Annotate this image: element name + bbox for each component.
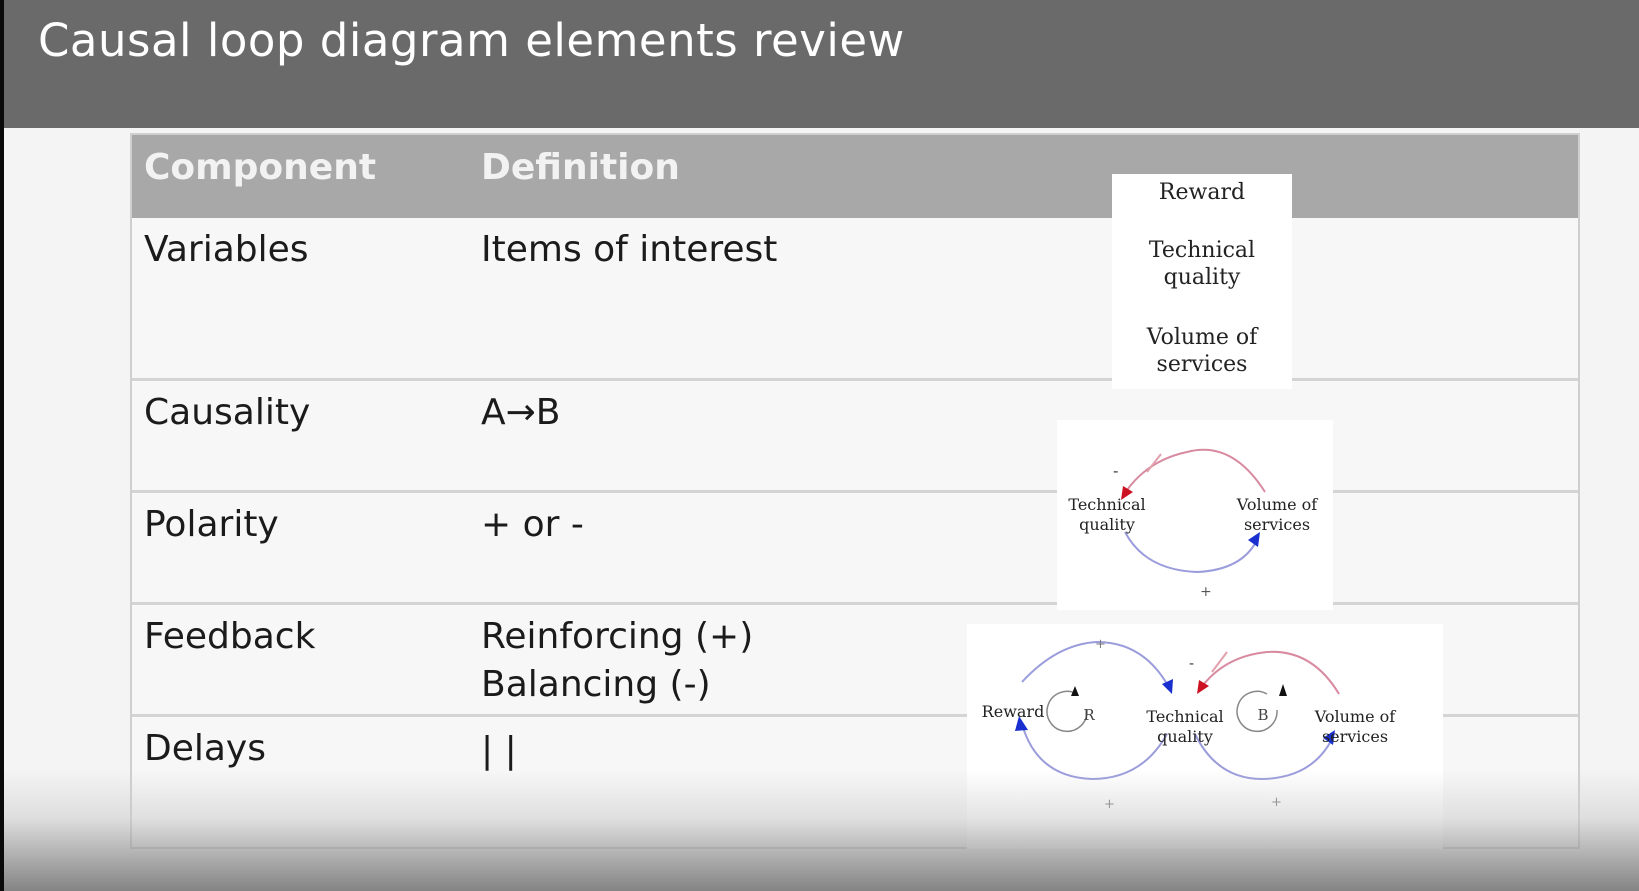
technical-to-volume-arc xyxy=(1194,733,1333,781)
node-volume-line1: Volume of xyxy=(1314,707,1397,726)
technical-to-reward-arc xyxy=(1021,723,1168,781)
node-technical-line1: Technical xyxy=(1068,495,1145,514)
variable-technical-quality-line2: quality xyxy=(1163,265,1241,290)
header-definition: Definition xyxy=(481,147,680,188)
title-bar: Causal loop diagram elements review xyxy=(4,0,1639,128)
balancing-loop-arrow-icon xyxy=(1279,684,1287,696)
feedback-loop-diagram: R B Reward Technical quality Volume of s… xyxy=(967,624,1443,849)
positive-sign: + xyxy=(1200,584,1212,600)
variable-volume-of-services-line1: Volume of xyxy=(1146,325,1258,350)
variable-technical-quality-line1: Technical xyxy=(1148,238,1256,263)
component-causality: Causality xyxy=(144,392,311,433)
node-volume-line1: Volume of xyxy=(1236,495,1319,514)
volume-to-technical-arrowhead xyxy=(1197,680,1209,694)
node-technical-line1: Technical xyxy=(1146,707,1223,726)
causality-loop-svg: - + Technical quality Volume of services xyxy=(1068,448,1319,600)
definition-polarity: + or - xyxy=(481,504,584,545)
sign-top-left: + xyxy=(1095,637,1106,652)
reward-to-technical-arrowhead xyxy=(1162,679,1173,694)
definition-variables: Items of interest xyxy=(481,229,778,270)
node-technical-line2: quality xyxy=(1079,515,1135,534)
sign-top-right: - xyxy=(1189,654,1194,672)
slide-title: Causal loop diagram elements review xyxy=(38,14,905,67)
node-volume-line2: services xyxy=(1244,515,1310,534)
definition-feedback-balancing: Balancing (-) xyxy=(481,664,711,705)
node-technical-line2: quality xyxy=(1157,727,1213,746)
feedback-loop-svg: R B Reward Technical quality Volume of s… xyxy=(982,637,1397,812)
node-volume-line2: services xyxy=(1322,727,1388,746)
sign-bottom-right: + xyxy=(1271,795,1282,810)
definition-causality: A→B xyxy=(481,392,561,433)
definition-delays: | | xyxy=(481,730,517,771)
component-feedback: Feedback xyxy=(144,616,316,657)
header-component: Component xyxy=(144,147,377,188)
variables-example-box: Reward Technical quality Volume of servi… xyxy=(1112,174,1292,389)
reinforcing-loop-icon xyxy=(1046,690,1088,733)
table-header: Component Definition xyxy=(132,135,1578,218)
reinforcing-loop-arrow-icon xyxy=(1071,686,1079,696)
definition-feedback-reinforcing: Reinforcing (+) xyxy=(481,616,754,657)
reinforcing-loop-symbol: R xyxy=(1083,706,1095,724)
component-polarity: Polarity xyxy=(144,504,279,545)
table-row-causality: Causality A→B xyxy=(132,378,1578,490)
table-row-polarity: Polarity + or - xyxy=(132,490,1578,602)
component-delays: Delays xyxy=(144,728,266,769)
positive-link-arc xyxy=(1124,531,1258,574)
negative-sign: - xyxy=(1113,461,1118,480)
component-variables: Variables xyxy=(144,229,309,270)
variable-volume-of-services-line2: services xyxy=(1156,352,1248,377)
volume-to-technical-arc xyxy=(1203,650,1340,695)
balancing-loop-symbol: B xyxy=(1257,706,1268,724)
node-reward: Reward xyxy=(982,702,1045,721)
causality-loop-diagram: - + Technical quality Volume of services xyxy=(1057,420,1333,610)
sign-bottom-left: + xyxy=(1104,797,1115,812)
variable-reward: Reward xyxy=(1158,180,1246,205)
slide: Causal loop diagram elements review Comp… xyxy=(4,0,1639,891)
table-row-variables: Variables Items of interest xyxy=(132,218,1578,378)
